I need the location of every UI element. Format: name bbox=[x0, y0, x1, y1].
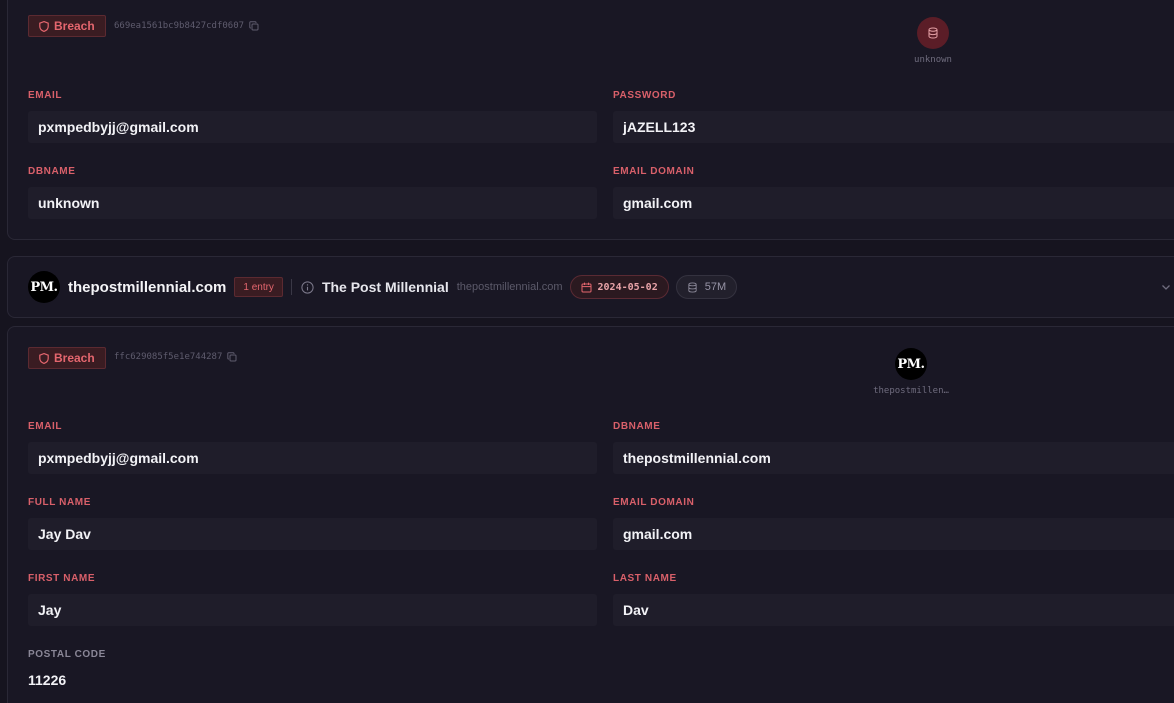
breach-date-pill: 2024-05-02 bbox=[569, 275, 669, 299]
source-domain: thepostmillennial.com bbox=[68, 278, 227, 296]
info-icon[interactable] bbox=[301, 280, 314, 294]
breach-badge-label: Breach bbox=[54, 19, 95, 33]
field-value-dbname[interactable]: unknown bbox=[28, 187, 597, 219]
field-value-first-name[interactable]: Jay bbox=[28, 594, 597, 626]
source-logo: PM. bbox=[895, 348, 927, 380]
source-group-summary: PM. thepostmillennial.com 1 entry The Po… bbox=[28, 271, 738, 303]
field-value-password[interactable]: jAZELL123 bbox=[613, 111, 1174, 143]
shield-icon bbox=[39, 20, 49, 32]
field-label-email: EMAIL bbox=[28, 90, 63, 101]
field-label-full-name: FULL NAME bbox=[28, 497, 91, 508]
field-value-postal-code[interactable]: 11226 bbox=[28, 664, 597, 696]
record-hash: ffc629085f5e1e744287 bbox=[114, 352, 237, 362]
field-value-email[interactable]: pxmpedbyjj@gmail.com bbox=[28, 111, 597, 143]
field-value-email[interactable]: pxmpedbyjj@gmail.com bbox=[28, 442, 597, 474]
field-label-first-name: FIRST NAME bbox=[28, 573, 96, 584]
record-hash-text: 669ea1561bc9b8427cdf0607 bbox=[114, 21, 245, 31]
database-avatar bbox=[917, 17, 949, 49]
breach-record-card: Breach ffc629085f5e1e744287 PM. thepostm… bbox=[7, 326, 1174, 703]
field-label-last-name: LAST NAME bbox=[613, 573, 677, 584]
field-label-dbname: DBNAME bbox=[28, 166, 76, 177]
field-value-email-domain[interactable]: gmail.com bbox=[613, 518, 1174, 550]
source-url[interactable]: thepostmillennial.com bbox=[457, 281, 563, 293]
field-value-dbname[interactable]: thepostmillennial.com bbox=[613, 442, 1174, 474]
source-logo: PM. bbox=[28, 271, 60, 303]
field-label-email-domain: EMAIL DOMAIN bbox=[613, 497, 695, 508]
divider bbox=[290, 279, 292, 295]
calendar-icon bbox=[581, 282, 592, 292]
field-value-email-domain[interactable]: gmail.com bbox=[613, 187, 1174, 219]
field-value-full-name[interactable]: Jay Dav bbox=[28, 518, 597, 550]
field-label-dbname: DBNAME bbox=[613, 421, 661, 432]
breach-date: 2024-05-02 bbox=[597, 281, 658, 293]
entries-count-badge: 1 entry bbox=[234, 277, 283, 297]
shield-icon bbox=[39, 352, 49, 364]
record-hash-text: ffc629085f5e1e744287 bbox=[114, 352, 223, 362]
page: Breach 669ea1561bc9b8427cdf0607 unknown … bbox=[0, 0, 1174, 703]
breach-badge: Breach bbox=[28, 347, 106, 369]
field-value-last-name[interactable]: Dav bbox=[613, 594, 1174, 626]
source-avatar: unknown bbox=[893, 17, 973, 65]
field-label-email-domain: EMAIL DOMAIN bbox=[613, 166, 695, 177]
breach-badge-label: Breach bbox=[54, 351, 95, 365]
breach-record-card: Breach 669ea1561bc9b8427cdf0607 unknown … bbox=[7, 0, 1174, 240]
database-icon bbox=[688, 281, 697, 293]
breach-badge: Breach bbox=[28, 15, 106, 37]
source-group-header[interactable]: PM. thepostmillennial.com 1 entry The Po… bbox=[7, 256, 1174, 318]
record-hash: 669ea1561bc9b8427cdf0607 bbox=[114, 21, 259, 31]
source-label: unknown bbox=[914, 55, 952, 65]
field-label-postal-code: POSTAL CODE bbox=[28, 649, 106, 660]
database-icon bbox=[928, 27, 938, 39]
source-name: The Post Millennial bbox=[321, 279, 449, 295]
copy-icon[interactable] bbox=[227, 352, 237, 362]
source-avatar: PM. thepostmillen… bbox=[861, 348, 961, 396]
source-label: thepostmillen… bbox=[873, 386, 949, 396]
chevron-down-icon[interactable] bbox=[1160, 281, 1172, 293]
record-count: 57M bbox=[704, 281, 727, 293]
field-label-password: PASSWORD bbox=[613, 90, 676, 101]
record-count-pill: 57M bbox=[675, 275, 738, 299]
field-label-email: EMAIL bbox=[28, 421, 63, 432]
copy-icon[interactable] bbox=[249, 21, 259, 31]
